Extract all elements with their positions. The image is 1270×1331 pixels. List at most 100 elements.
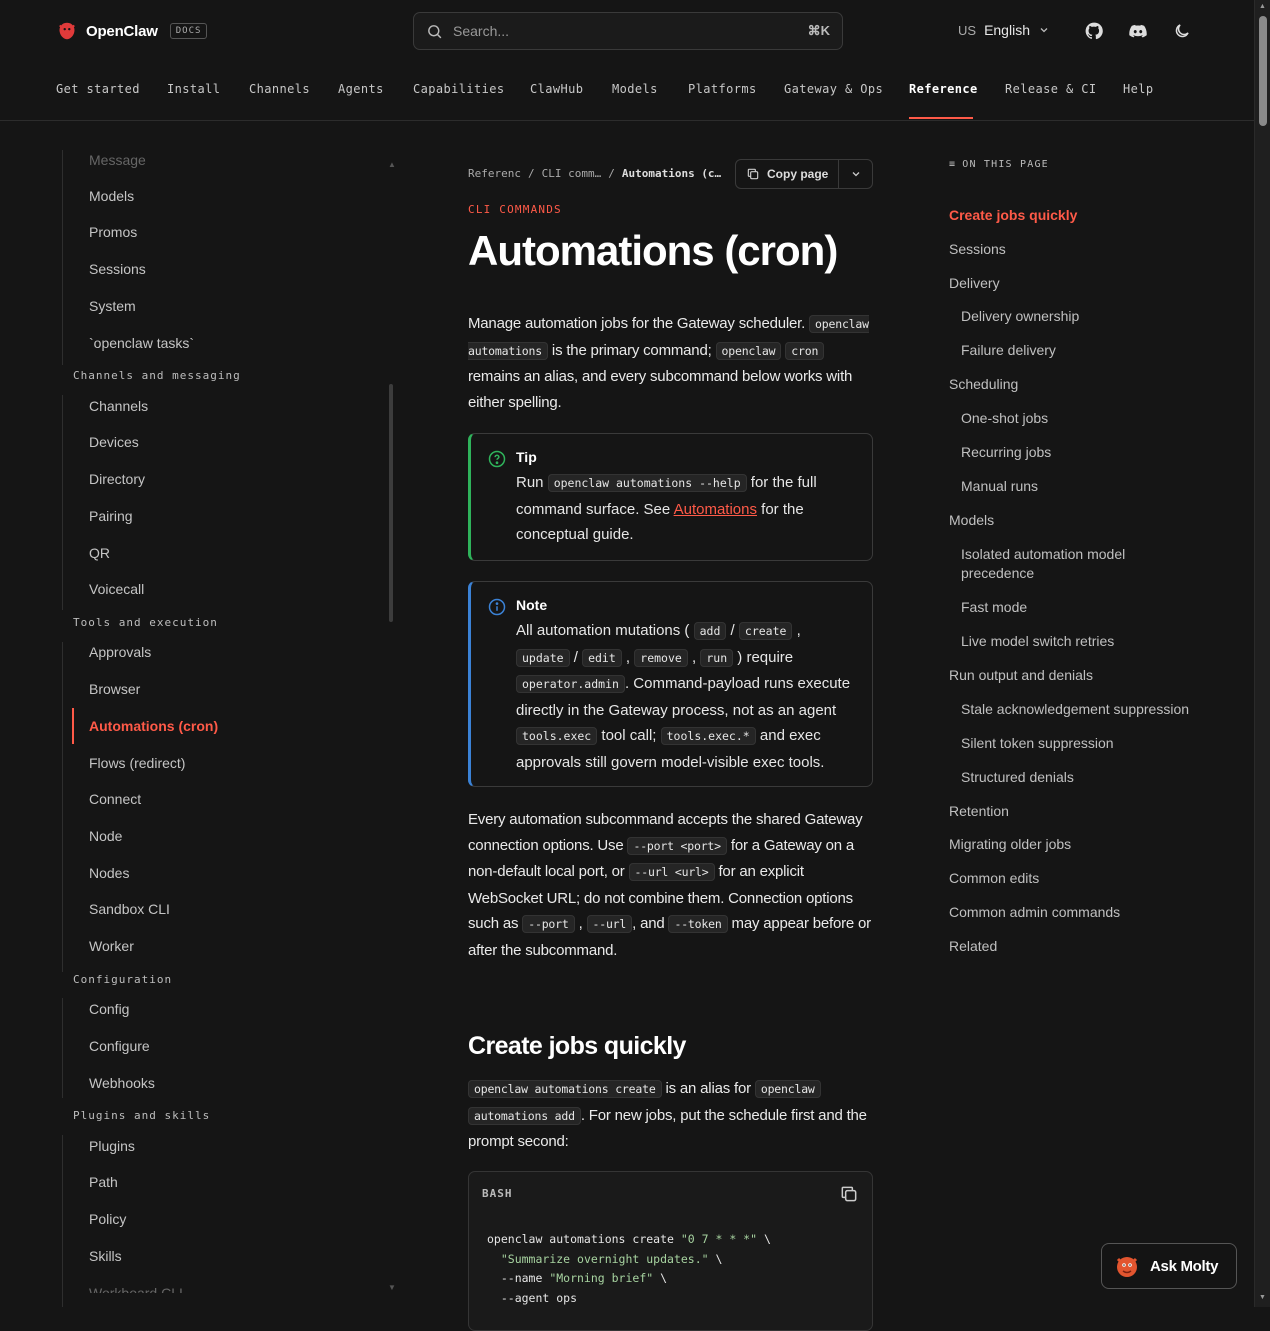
tab-help[interactable]: Help	[1123, 82, 1154, 96]
toc-item[interactable]: Scheduling	[949, 375, 1018, 394]
scroll-down-arrow-icon[interactable]: ▼	[1259, 1294, 1266, 1301]
sidebar-item-policy[interactable]: Policy	[89, 1211, 126, 1227]
sidebar-item-webhooks[interactable]: Webhooks	[89, 1075, 155, 1091]
code-token: \	[757, 1232, 771, 1246]
sidebar-item-system[interactable]: System	[89, 298, 136, 314]
toc-item[interactable]: Common edits	[949, 869, 1039, 888]
tab-release-ci[interactable]: Release & CI	[1005, 82, 1097, 96]
tab-platforms[interactable]: Platforms	[688, 82, 757, 96]
scroll-up-arrow-icon[interactable]: ▲	[1259, 3, 1266, 10]
sidebar-item-message[interactable]: Message	[89, 152, 146, 168]
header-icons	[1084, 21, 1192, 41]
toc-item[interactable]: Fast mode	[961, 598, 1027, 617]
language-label: English	[984, 22, 1030, 38]
sidebar-item-nodes[interactable]: Nodes	[89, 865, 129, 881]
sidebar-item-skills[interactable]: Skills	[89, 1248, 122, 1264]
sidebar-item-browser[interactable]: Browser	[89, 681, 140, 697]
sidebar-item-models[interactable]: Models	[89, 188, 134, 204]
inline-code: openclaw	[715, 341, 782, 360]
toc-item[interactable]: Structured denials	[961, 768, 1074, 787]
sidebar-section-plugins: Plugins and skills	[73, 1109, 211, 1122]
toc-item[interactable]: Isolated automation model precedence	[961, 545, 1151, 583]
toc-item[interactable]: Failure delivery	[961, 341, 1056, 360]
sidebar-section-tools: Tools and execution	[73, 616, 218, 629]
logo-link[interactable]: OpenClaw DOCS	[56, 20, 208, 42]
sidebar-item-sandbox-cli[interactable]: Sandbox CLI	[89, 901, 170, 917]
page-scrollbar-thumb[interactable]	[1259, 16, 1267, 126]
toc-item[interactable]: Live model switch retries	[961, 632, 1114, 651]
github-icon[interactable]	[1084, 21, 1104, 41]
breadcrumb-cli-commands[interactable]: CLI comm…	[542, 167, 602, 180]
copy-options-button[interactable]	[839, 168, 872, 180]
toc-item[interactable]: Sessions	[949, 240, 1006, 259]
sidebar-item-path[interactable]: Path	[89, 1174, 118, 1190]
page-scrollbar[interactable]: ▲ ▼	[1254, 0, 1270, 1307]
sidebar-item-promos[interactable]: Promos	[89, 224, 137, 240]
sidebar-item-channels[interactable]: Channels	[89, 398, 148, 414]
toc-item[interactable]: Models	[949, 511, 994, 530]
tab-install[interactable]: Install	[167, 82, 220, 96]
automations-link[interactable]: Automations	[674, 501, 757, 518]
moon-icon[interactable]	[1172, 21, 1192, 41]
tab-models[interactable]: Models	[612, 82, 658, 96]
tab-capabilities[interactable]: Capabilities	[413, 82, 505, 96]
tab-clawhub[interactable]: ClawHub	[530, 82, 583, 96]
discord-icon[interactable]	[1128, 21, 1148, 41]
sidebar-item-node[interactable]: Node	[89, 828, 122, 844]
sidebar-item-automations[interactable]: Automations (cron)	[89, 718, 218, 734]
toc-item[interactable]: Retention	[949, 802, 1009, 821]
sidebar-item-pairing[interactable]: Pairing	[89, 508, 133, 524]
toc-item[interactable]: Recurring jobs	[961, 443, 1051, 462]
tab-channels[interactable]: Channels	[249, 82, 310, 96]
sidebar-item-devices[interactable]: Devices	[89, 434, 139, 450]
create-paragraph: openclaw automations create is an alias …	[468, 1076, 873, 1155]
sidebar-item-sessions[interactable]: Sessions	[89, 261, 146, 277]
sidebar-scrollbar[interactable]	[389, 384, 393, 622]
copy-page-button[interactable]: Copy page	[736, 160, 840, 188]
toc-item[interactable]: Related	[949, 937, 997, 956]
sidebar-item-qr[interactable]: QR	[89, 545, 110, 561]
note-text: All automation mutations (	[516, 622, 694, 639]
toc-item[interactable]: One-shot jobs	[961, 409, 1048, 428]
tab-agents[interactable]: Agents	[338, 82, 384, 96]
toc-item[interactable]: Common admin commands	[949, 903, 1120, 922]
scroll-down-icon[interactable]: ▼	[388, 1283, 396, 1292]
sidebar-item-worker[interactable]: Worker	[89, 938, 134, 954]
sidebar-item-workboard[interactable]: Workboard CLI	[89, 1285, 183, 1293]
sidebar-item-flows[interactable]: Flows (redirect)	[89, 755, 185, 771]
toc-item[interactable]: Delivery	[949, 274, 1000, 293]
ask-molty-button[interactable]: Ask Molty	[1101, 1243, 1237, 1289]
sidebar-item-configure[interactable]: Configure	[89, 1038, 150, 1054]
toc-item[interactable]: Stale acknowledgement suppression	[961, 700, 1189, 719]
breadcrumb: Referenc / CLI comm… / Automations (c…	[468, 167, 721, 180]
copy-code-icon[interactable]	[839, 1184, 859, 1204]
toc-item[interactable]: Silent token suppression	[961, 734, 1114, 753]
table-of-contents: ≡ ON THIS PAGE Create jobs quickly Sessio…	[949, 159, 1219, 954]
page-eyebrow: CLI COMMANDS	[468, 203, 562, 216]
conn-text: , and	[632, 915, 669, 932]
toc-item[interactable]: Delivery ownership	[961, 307, 1079, 326]
sidebar-item-approvals[interactable]: Approvals	[89, 644, 151, 660]
sidebar-item-voicecall[interactable]: Voicecall	[89, 581, 144, 597]
toc-item[interactable]: Migrating older jobs	[949, 835, 1071, 854]
scroll-up-icon[interactable]: ▲	[388, 160, 396, 169]
tab-gateway-ops[interactable]: Gateway & Ops	[784, 82, 883, 96]
toc-item[interactable]: Manual runs	[961, 477, 1038, 496]
language-selector[interactable]: US English	[958, 22, 1050, 38]
tab-reference[interactable]: Reference	[909, 82, 978, 96]
toc-title: ON THIS PAGE	[962, 159, 1049, 170]
inline-code: run	[700, 648, 734, 667]
sidebar-item-plugins[interactable]: Plugins	[89, 1138, 135, 1154]
sidebar-item-directory[interactable]: Directory	[89, 471, 145, 487]
sidebar-item-config[interactable]: Config	[89, 1001, 129, 1017]
search-box[interactable]: Search... ⌘K	[413, 12, 843, 50]
breadcrumb-reference[interactable]: Referenc	[468, 167, 521, 180]
sidebar-item-openclaw-tasks[interactable]: `openclaw tasks`	[89, 335, 194, 351]
sidebar-item-connect[interactable]: Connect	[89, 791, 141, 807]
tab-get-started[interactable]: Get started	[56, 82, 140, 96]
sidebar-rail	[62, 642, 63, 972]
copy-icon	[747, 168, 759, 180]
code-language: BASH	[482, 1187, 513, 1200]
toc-item[interactable]: Create jobs quickly	[949, 206, 1077, 225]
toc-item[interactable]: Run output and denials	[949, 666, 1093, 685]
